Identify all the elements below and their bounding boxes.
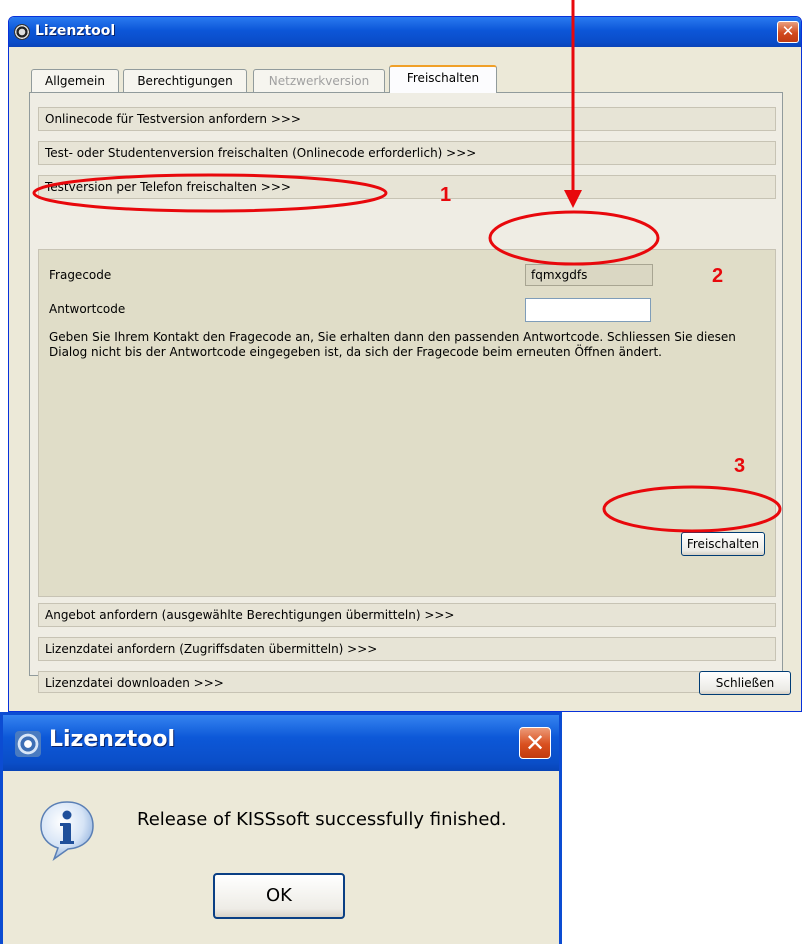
tab-allgemein[interactable]: Allgemein: [31, 69, 119, 92]
dialog-body: Allgemein Berechtigungen Netzwerkversion…: [13, 47, 797, 707]
fragecode-field: fqmxgdfs: [525, 264, 653, 286]
ok-button[interactable]: OK: [213, 873, 345, 919]
antwortcode-label: Antwortcode: [49, 302, 126, 316]
antwortcode-input[interactable]: [525, 298, 651, 322]
annotation-number-2: 2: [712, 265, 724, 287]
section-download-license[interactable]: Lizenzdatei downloaden >>>: [38, 671, 776, 693]
schliessen-button[interactable]: Schließen: [699, 671, 791, 695]
app-icon: [15, 731, 41, 757]
phone-unlock-panel: Fragecode fqmxgdfs Antwortcode Geben Sie…: [38, 249, 776, 597]
message-box-window: Lizenztool ✕ Release of KISSsoft success…: [0, 712, 562, 944]
fragecode-label: Fragecode: [49, 268, 112, 282]
annotation-number-1: 1: [440, 184, 452, 206]
message-text: Release of KISSsoft successfully finishe…: [137, 809, 507, 830]
freischalten-button[interactable]: Freischalten: [681, 532, 765, 556]
section-request-offer[interactable]: Angebot anfordern (ausgewählte Berechtig…: [38, 603, 776, 627]
app-icon: [14, 24, 30, 40]
tab-netzwerkversion: Netzwerkversion: [253, 69, 385, 92]
section-online-code[interactable]: Onlinecode für Testversion anfordern >>>: [38, 107, 776, 131]
window-title: Lizenztool: [35, 23, 116, 39]
close-message-box-button[interactable]: ✕: [519, 727, 551, 759]
message-box-title-bar[interactable]: Lizenztool ✕: [3, 715, 559, 771]
help-text: Geben Sie Ihrem Kontakt den Fragecode an…: [49, 330, 736, 359]
tab-berechtigungen[interactable]: Berechtigungen: [123, 69, 247, 92]
section-unlock-phone[interactable]: Testversion per Telefon freischalten >>>: [38, 175, 776, 199]
tab-freischalten[interactable]: Freischalten: [389, 65, 497, 93]
message-box-title: Lizenztool: [49, 727, 176, 752]
lizenztool-window: Lizenztool ✕ Allgemein Berechtigungen Ne…: [8, 16, 802, 712]
info-icon: [40, 801, 94, 861]
section-unlock-student[interactable]: Test- oder Studentenversion freischalten…: [38, 141, 776, 165]
section-request-license[interactable]: Lizenzdatei anfordern (Zugriffsdaten übe…: [38, 637, 776, 661]
title-bar[interactable]: Lizenztool ✕: [9, 17, 801, 47]
close-window-button[interactable]: ✕: [777, 21, 799, 43]
annotation-number-3: 3: [734, 455, 746, 477]
tab-panel-freischalten: Onlinecode für Testversion anfordern >>>…: [29, 92, 783, 693]
